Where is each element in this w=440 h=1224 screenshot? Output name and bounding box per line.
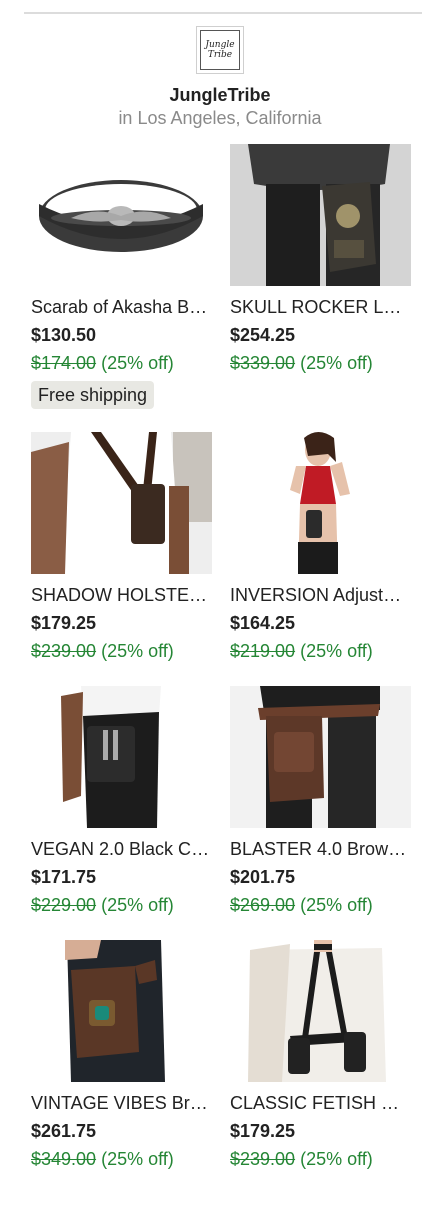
- listing-price: $179.25: [230, 1121, 296, 1141]
- discount-line: $219.00 (25% off): [230, 640, 373, 662]
- shadow-holster-image: [31, 432, 212, 574]
- free-shipping-badge: Free shipping: [31, 381, 155, 409]
- listing-price: $171.75: [31, 867, 97, 887]
- discount-percent: (25% off): [300, 641, 373, 661]
- listing-card[interactable]: BLASTER 4.0 Brown Leg Bag $201.75 $269.0…: [230, 686, 411, 915]
- original-price: $229.00: [31, 895, 97, 915]
- listing-title[interactable]: CLASSIC FETISH Black Harness: [230, 1092, 411, 1114]
- listing-price: $179.25: [31, 613, 97, 633]
- discount-percent: (25% off): [300, 1149, 373, 1169]
- discount-line: $174.00 (25% off): [31, 352, 174, 374]
- listing-price: $201.75: [230, 867, 296, 887]
- listing-image[interactable]: [230, 940, 411, 1082]
- listing-title[interactable]: VEGAN 2.0 Black Convertible: [31, 838, 212, 860]
- listing-title[interactable]: SKULL ROCKER Leg Bag: [230, 296, 411, 318]
- listing-image[interactable]: [31, 144, 212, 286]
- listing-image[interactable]: [230, 686, 411, 828]
- listing-card[interactable]: SHADOW HOLSTER Bag $179.25 $239.00 (25% …: [31, 432, 212, 661]
- original-price: $339.00: [230, 353, 296, 373]
- shop-location: in Los Angeles, California: [118, 108, 322, 128]
- shop-logo[interactable]: Jungle Tribe: [196, 26, 244, 74]
- shop-logo-mark: Jungle Tribe: [200, 30, 240, 70]
- listing-title[interactable]: INVERSION Adjustable Holster: [230, 584, 411, 606]
- logo-text-line2: Tribe: [207, 50, 233, 60]
- discount-line: $239.00 (25% off): [230, 1148, 373, 1170]
- original-price: $349.00: [31, 1149, 97, 1169]
- listing-card[interactable]: VEGAN 2.0 Black Convertible $171.75 $229…: [31, 686, 212, 915]
- listing-title[interactable]: Scarab of Akasha Bracelet: [31, 296, 212, 318]
- listing-price: $130.50: [31, 325, 97, 345]
- discount-percent: (25% off): [300, 353, 373, 373]
- listing-card[interactable]: SKULL ROCKER Leg Bag $254.25 $339.00 (25…: [230, 144, 411, 373]
- shop-name[interactable]: JungleTribe: [0, 84, 440, 106]
- discount-line: $229.00 (25% off): [31, 894, 174, 916]
- listing-image[interactable]: [230, 432, 411, 574]
- discount-percent: (25% off): [300, 895, 373, 915]
- listing-price: $261.75: [31, 1121, 97, 1141]
- discount-percent: (25% off): [101, 353, 174, 373]
- original-price: $239.00: [230, 1149, 296, 1169]
- discount-percent: (25% off): [101, 641, 174, 661]
- discount-percent: (25% off): [101, 895, 174, 915]
- discount-line: $339.00 (25% off): [230, 352, 373, 374]
- listing-price: $164.25: [230, 613, 296, 633]
- discount-line: $349.00 (25% off): [31, 1148, 174, 1170]
- listing-image[interactable]: [31, 940, 212, 1082]
- listing-image[interactable]: [31, 686, 212, 828]
- listing-card[interactable]: CLASSIC FETISH Black Harness $179.25 $23…: [230, 940, 411, 1169]
- discount-line: $269.00 (25% off): [230, 894, 373, 916]
- blaster-leg-bag-image: [230, 686, 411, 828]
- discount-percent: (25% off): [101, 1149, 174, 1169]
- scarab-bracelet-image: [39, 180, 203, 252]
- listing-title[interactable]: VINTAGE VIBES Brown Bag: [31, 1092, 212, 1114]
- skull-rocker-image: [230, 144, 411, 286]
- listing-title[interactable]: SHADOW HOLSTER Bag: [31, 584, 212, 606]
- top-divider: [24, 12, 422, 14]
- listing-price: $254.25: [230, 325, 296, 345]
- listing-title[interactable]: BLASTER 4.0 Brown Leg Bag: [230, 838, 411, 860]
- listing-image[interactable]: [31, 432, 212, 574]
- discount-line: $239.00 (25% off): [31, 640, 174, 662]
- logo-text-line1: Jungle: [205, 40, 235, 50]
- inversion-holster-image: [230, 432, 411, 574]
- listing-card[interactable]: Scarab of Akasha Bracelet $130.50 $174.0…: [31, 144, 212, 409]
- vegan-leg-bag-image: [31, 686, 212, 828]
- listing-image[interactable]: [230, 144, 411, 286]
- listing-card[interactable]: INVERSION Adjustable Holster $164.25 $21…: [230, 432, 411, 661]
- vintage-vibes-bag-image: [31, 940, 212, 1082]
- listing-card[interactable]: VINTAGE VIBES Brown Bag $261.75 $349.00 …: [31, 940, 212, 1169]
- classic-fetish-harness-image: [230, 940, 411, 1082]
- original-price: $219.00: [230, 641, 296, 661]
- shop-header: Jungle Tribe JungleTribe in Los Angeles,…: [0, 26, 440, 129]
- original-price: $269.00: [230, 895, 296, 915]
- original-price: $174.00: [31, 353, 97, 373]
- original-price: $239.00: [31, 641, 97, 661]
